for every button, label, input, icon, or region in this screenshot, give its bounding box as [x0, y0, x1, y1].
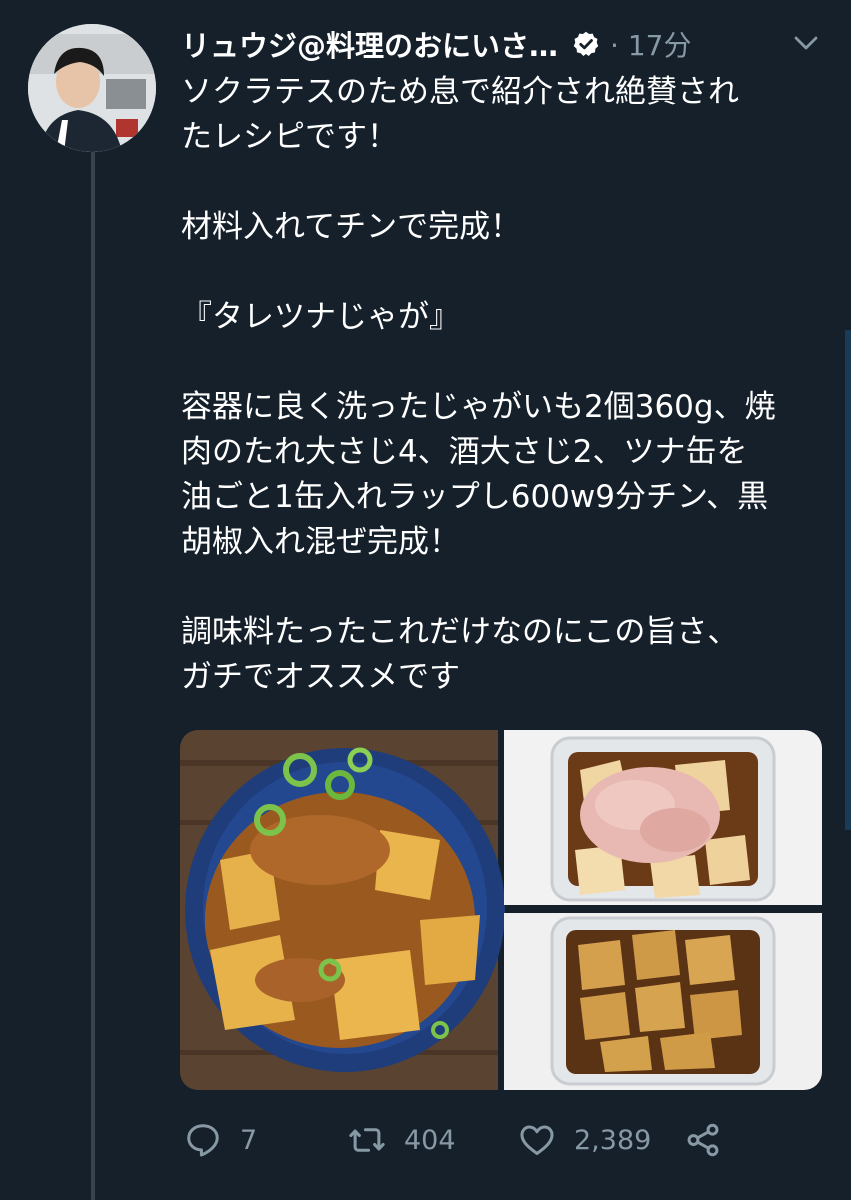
tweet-text: ソクラテスのため息で紹介され絶賛され たレシピです！ 材料入れてチンで完成！ 『…: [181, 70, 831, 700]
time-separator: ·: [610, 29, 619, 62]
text-line: 肉のたれ大さじ4、酒大さじ2、ツナ缶を: [181, 434, 748, 470]
share-icon: [687, 1123, 719, 1157]
avatar[interactable]: [28, 24, 156, 152]
text-line: ソクラテスのため息で紹介され絶賛され: [181, 74, 739, 110]
text-line: 材料入れてチンで完成！: [181, 209, 522, 245]
like-count: 2,389: [574, 1124, 652, 1156]
text-line: たレシピです！: [181, 119, 398, 155]
text-line: 容器に良く洗ったじゃがいも2個360g、焼: [181, 389, 776, 425]
text-line: 調味料たったこれだけなのにこの旨さ、: [181, 614, 739, 650]
food-photo-container-before[interactable]: [504, 730, 822, 905]
tweet-header: リュウジ@料理のおにいさ… · 17分: [181, 22, 821, 66]
reply-button[interactable]: 7: [184, 1112, 257, 1168]
like-button[interactable]: 2,389: [518, 1112, 651, 1168]
text-line: 胡椒入れ混ぜ完成！: [181, 524, 460, 560]
retweet-count: 404: [404, 1124, 456, 1156]
food-photo-container-after[interactable]: [504, 913, 822, 1090]
reply-count: 7: [240, 1124, 258, 1156]
like-icon: [520, 1125, 554, 1155]
scroll-indicator: [845, 330, 851, 830]
chevron-down-icon[interactable]: [791, 28, 821, 58]
thread-line: [91, 152, 95, 1200]
timestamp[interactable]: · 17分: [610, 24, 691, 64]
text-line: 『タレツナじゃが』: [181, 299, 460, 335]
retweet-button[interactable]: 404: [348, 1112, 456, 1168]
food-photo-bowl[interactable]: [180, 730, 505, 1090]
verified-badge-icon: [572, 30, 600, 58]
time-label: 17分: [627, 29, 692, 62]
author-name[interactable]: リュウジ@料理のおにいさ…: [181, 23, 558, 65]
tweet-actions: 7 404 2,389: [180, 1112, 740, 1168]
reply-icon: [187, 1124, 219, 1157]
text-line: ガチでオススメです: [181, 659, 460, 695]
share-button[interactable]: [684, 1112, 722, 1168]
text-line: 油ごと1缶入れラップし600w9分チン、黒: [181, 479, 769, 515]
retweet-icon: [349, 1128, 385, 1152]
media-grid: [180, 730, 822, 1090]
